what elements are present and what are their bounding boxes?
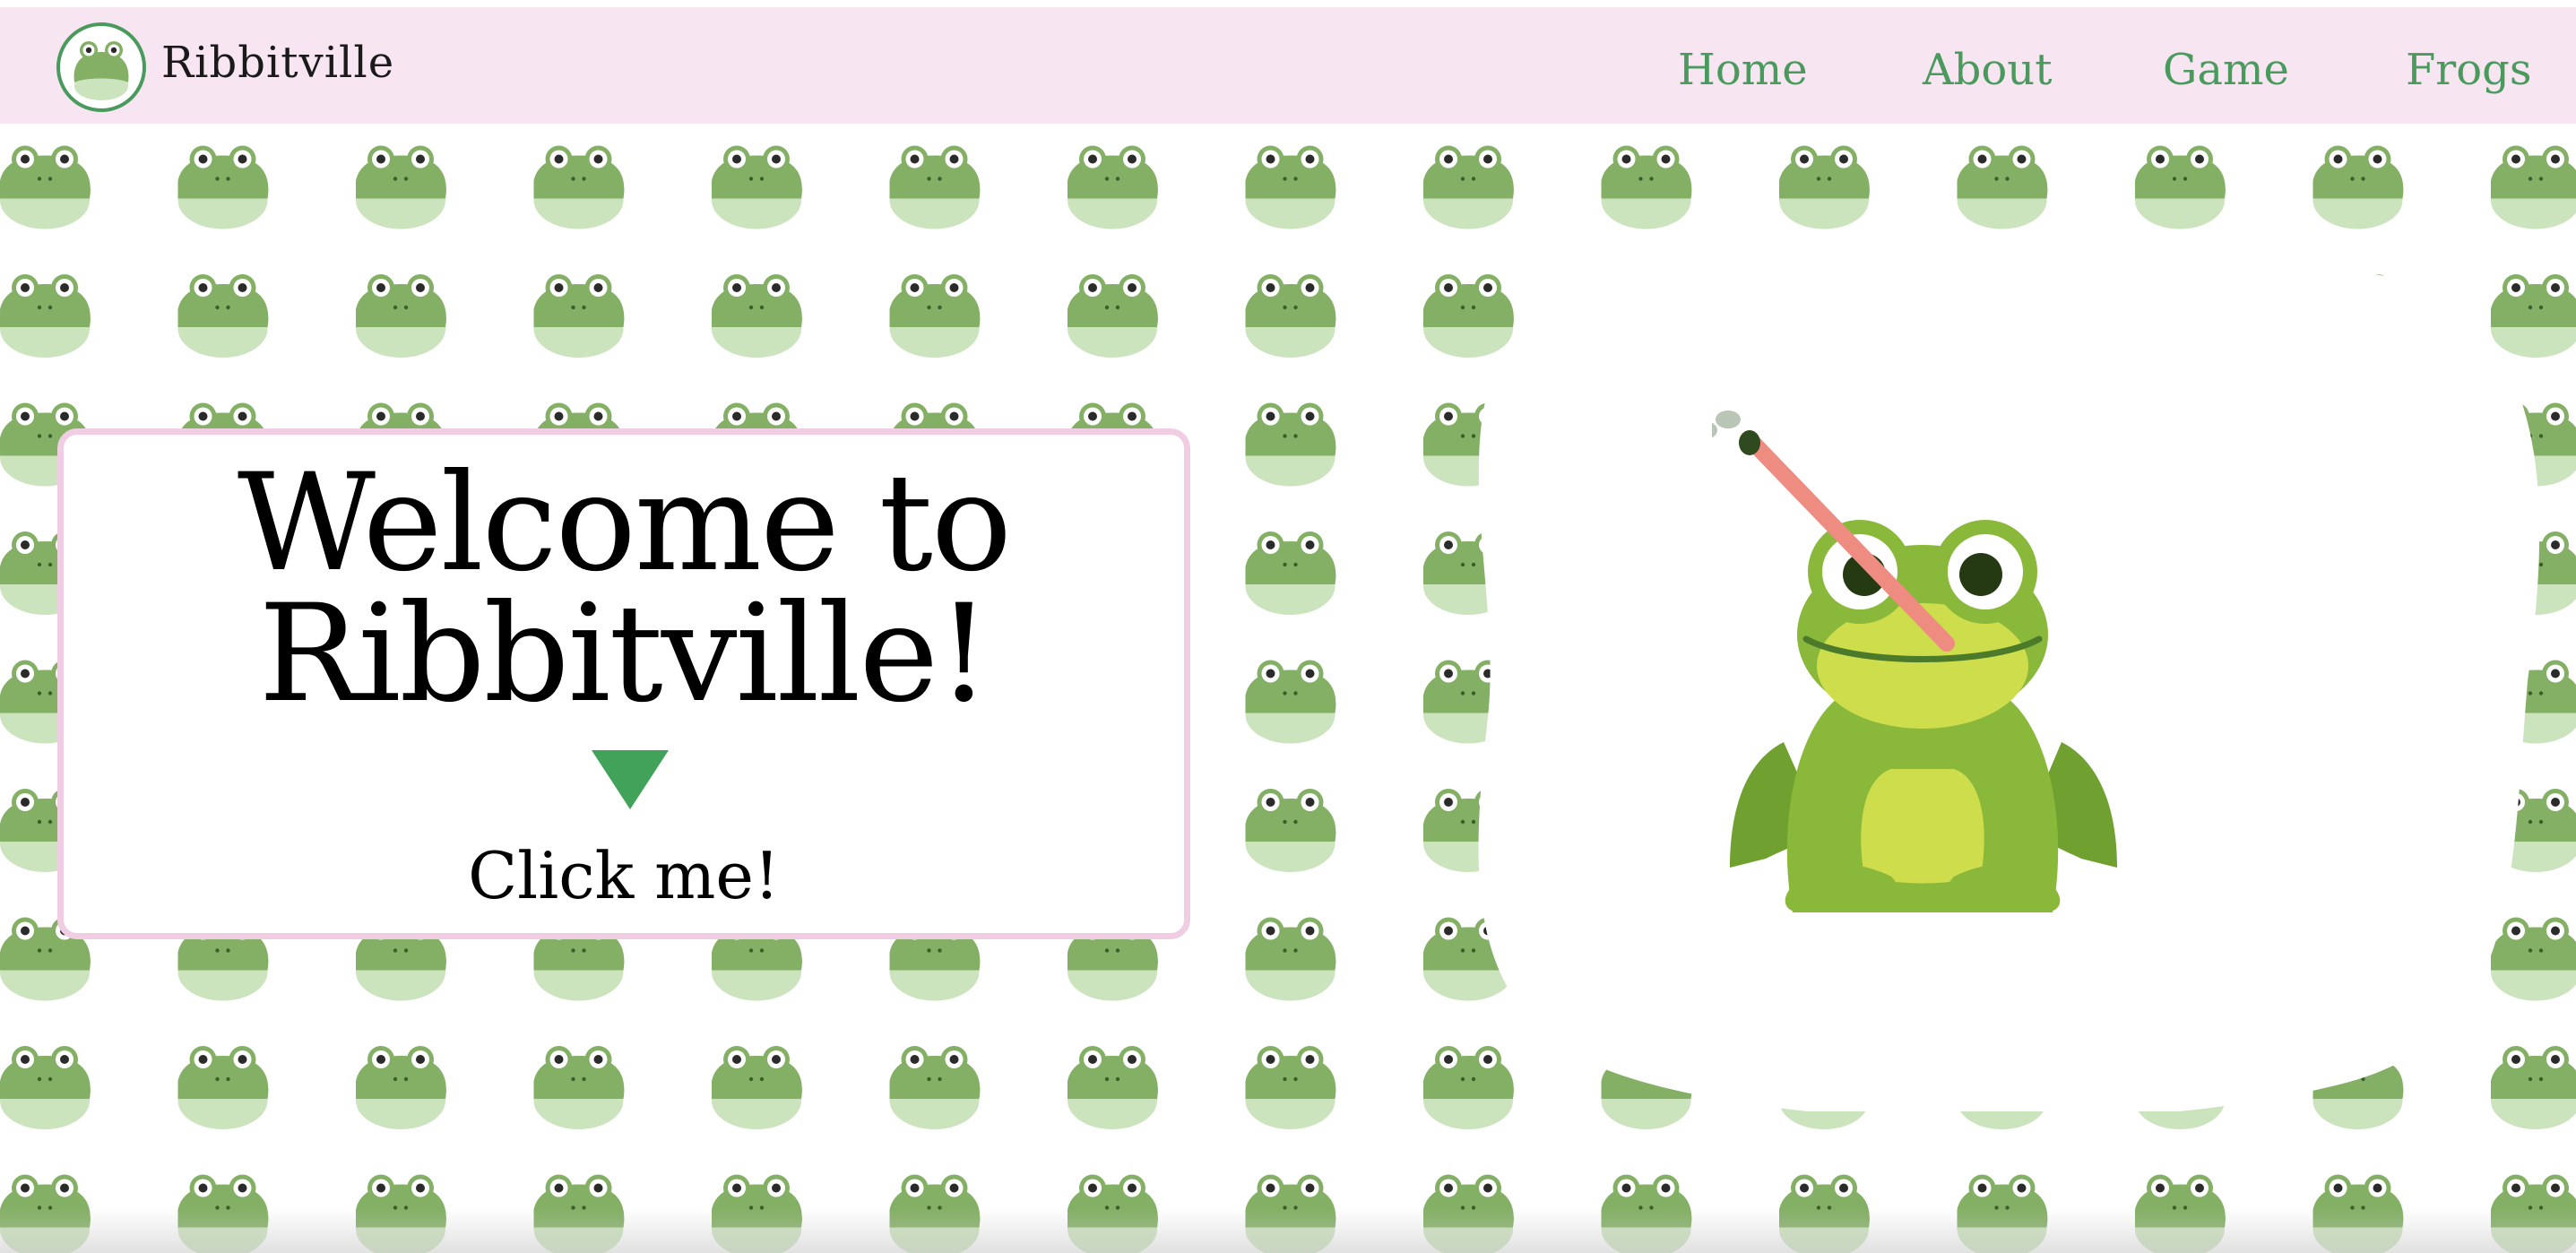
brand-name[interactable]: Ribbitville xyxy=(161,38,394,88)
bottom-scroll-shadow xyxy=(0,1208,2576,1253)
frog-catching-fly-icon[interactable] xyxy=(1712,410,2133,912)
nav-link-frogs[interactable]: Frogs xyxy=(2406,45,2532,95)
welcome-card[interactable]: Welcome to Ribbitville! Click me! xyxy=(57,428,1190,939)
welcome-title-line2: Ribbitville! xyxy=(258,576,991,732)
welcome-title-line1: Welcome to xyxy=(237,445,1012,601)
nav-link-game[interactable]: Game xyxy=(2163,45,2289,95)
nav-link-about[interactable]: About xyxy=(1923,45,2053,95)
nav-link-home[interactable]: Home xyxy=(1678,45,1808,95)
frog-face-icon[interactable] xyxy=(56,22,147,113)
welcome-title: Welcome to Ribbitville! xyxy=(64,445,1184,732)
click-me-button[interactable]: Click me! xyxy=(64,838,1184,913)
top-navbar: Ribbitville Home About Game Frogs xyxy=(0,7,2576,124)
triangle-down-icon[interactable] xyxy=(592,750,669,813)
